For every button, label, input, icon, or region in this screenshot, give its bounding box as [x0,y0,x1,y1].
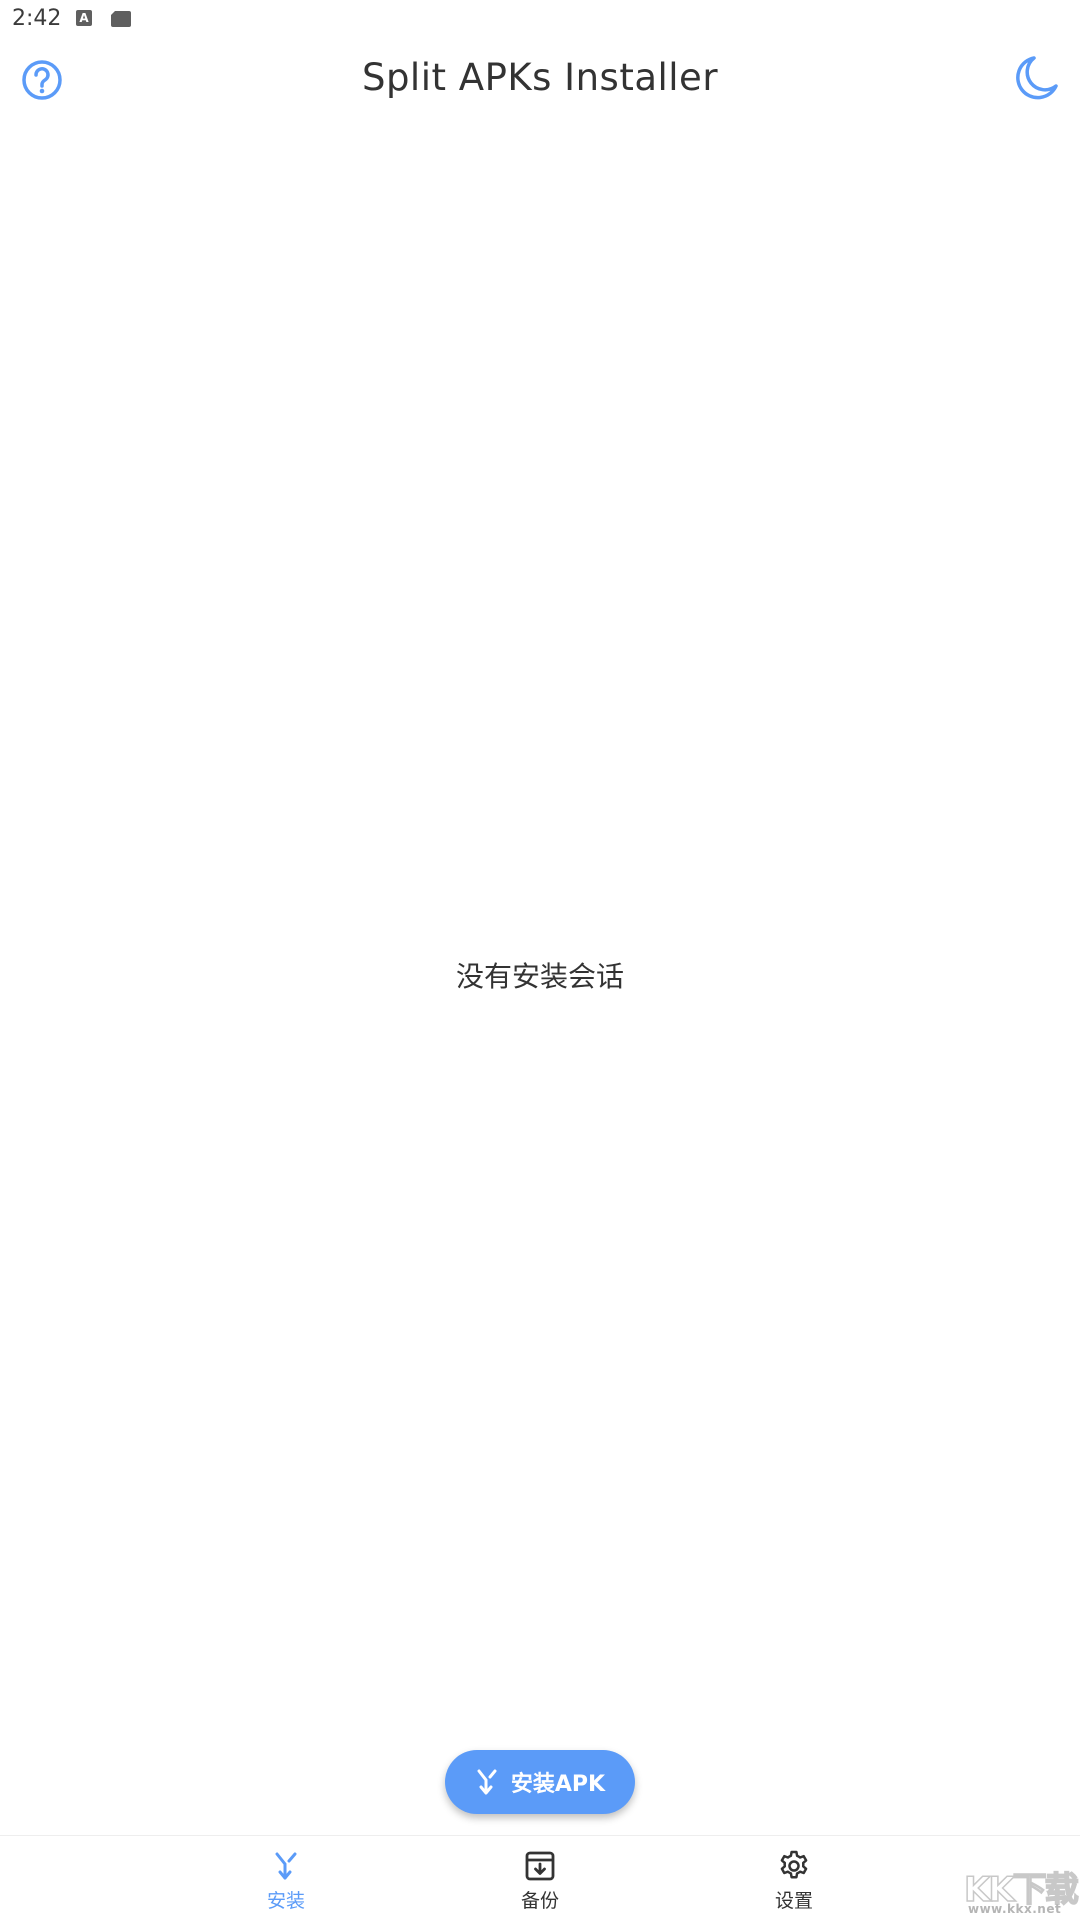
archive-icon [525,1851,555,1881]
bottom-navigation: 安装 备份 设置 [0,1835,1080,1920]
app-title: Split APKs Installer [361,56,719,99]
sd-card-icon [111,11,131,27]
nav-item-install[interactable]: 安装 [226,1850,346,1914]
status-bar: 2:42 A [0,0,1080,36]
empty-state-message: 没有安装会话 [455,960,624,993]
merge-icon [275,1852,297,1880]
nav-item-backup[interactable]: 备份 [480,1850,600,1914]
nav-label-backup: 备份 [520,1890,559,1912]
nav-label-install: 安装 [266,1890,305,1912]
status-time: 2:42 [12,6,62,31]
screen: 2:42 A Split APKs Installer 没有安装会话 安装APK [0,0,1080,1920]
merge-icon [477,1769,497,1795]
watermark: KK下载 www.kkx.net [960,1862,1079,1916]
watermark-url: www.kkx.net [968,1902,1062,1916]
keyboard-notification-icon: A [76,10,92,26]
moon-icon[interactable] [1012,52,1060,104]
install-apk-button[interactable]: 安装APK [445,1750,635,1814]
app-bar: Split APKs Installer [0,36,1080,122]
nav-label-settings: 设置 [774,1890,813,1912]
install-apk-label: 安装APK [510,1772,606,1797]
nav-item-settings[interactable]: 设置 [734,1850,854,1914]
gear-icon [780,1850,808,1879]
